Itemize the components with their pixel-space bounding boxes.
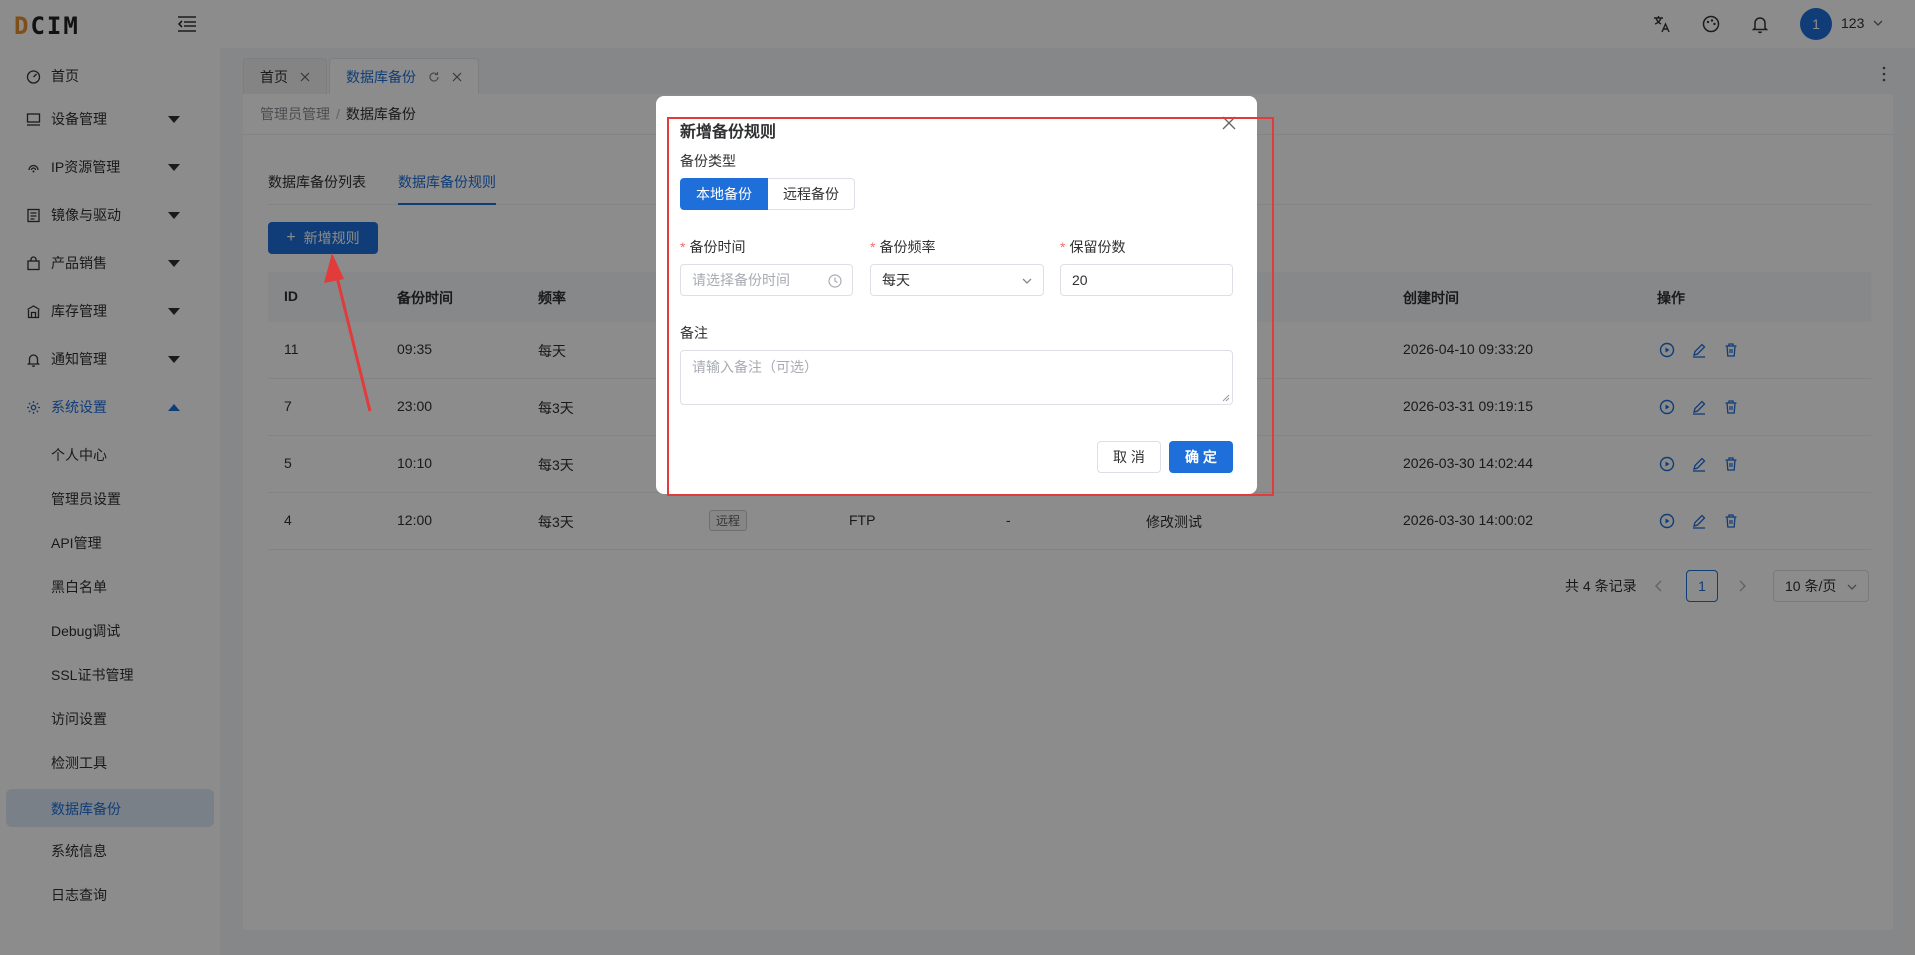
backup-frequency-select[interactable]: 每天 [870, 264, 1044, 296]
close-icon[interactable] [1222, 116, 1236, 130]
confirm-button[interactable]: 确 定 [1169, 441, 1233, 473]
backup-frequency-label: * 备份频率 [870, 237, 935, 257]
required-mark: * [680, 239, 686, 255]
keep-copies-value: 20 [1072, 272, 1088, 288]
remote-backup-option[interactable]: 远程备份 [768, 178, 855, 210]
backup-time-picker[interactable]: 请选择备份时间 [680, 264, 853, 296]
backup-type-label: 备份类型 [680, 153, 736, 169]
backup-frequency-value: 每天 [882, 272, 910, 288]
resize-handle-icon[interactable] [1222, 394, 1230, 402]
keep-copies-input[interactable]: 20 [1060, 264, 1233, 296]
remark-label: 备注 [680, 325, 708, 341]
keep-copies-label-text: 保留份数 [1069, 239, 1126, 255]
backup-time-label-text: 备份时间 [689, 239, 746, 255]
backup-frequency-label-text: 备份频率 [879, 239, 936, 255]
clock-icon [828, 274, 842, 288]
add-rule-dialog: 新增备份规则 备份类型 本地备份 远程备份 * 备份时间 * 备份频率 * 保留份数 … [656, 96, 1257, 494]
backup-time-label: * 备份时间 [680, 237, 745, 257]
remark-textarea[interactable]: 请输入备注（可选） [680, 350, 1233, 405]
chevron-down-icon [1022, 278, 1032, 284]
cancel-button[interactable]: 取 消 [1097, 441, 1161, 473]
required-mark: * [1060, 239, 1066, 255]
dialog-title: 新增备份规则 [680, 124, 777, 141]
backup-type-toggle: 本地备份 远程备份 [680, 178, 855, 210]
keep-copies-label: * 保留份数 [1060, 237, 1125, 257]
remark-placeholder: 请输入备注（可选） [692, 359, 818, 375]
backup-time-placeholder: 请选择备份时间 [692, 272, 790, 288]
required-mark: * [870, 239, 876, 255]
local-backup-option[interactable]: 本地备份 [680, 178, 768, 210]
